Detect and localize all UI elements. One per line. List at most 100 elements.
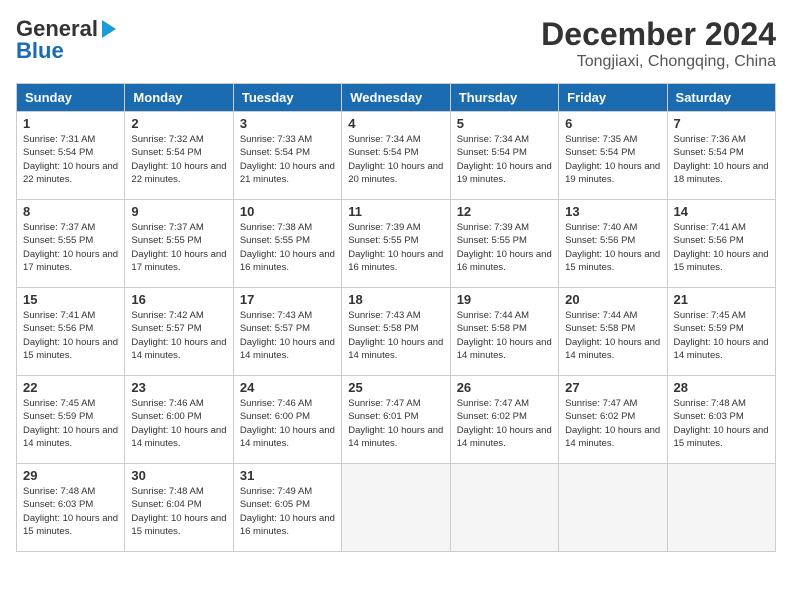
calendar-cell: [450, 464, 558, 552]
calendar-cell: 4Sunrise: 7:34 AMSunset: 5:54 PMDaylight…: [342, 112, 450, 200]
calendar-cell: 13Sunrise: 7:40 AMSunset: 5:56 PMDayligh…: [559, 200, 667, 288]
col-monday: Monday: [125, 84, 233, 112]
calendar-cell: [342, 464, 450, 552]
day-info: Sunrise: 7:38 AMSunset: 5:55 PMDaylight:…: [240, 221, 335, 274]
day-info: Sunrise: 7:32 AMSunset: 5:54 PMDaylight:…: [131, 133, 226, 186]
calendar-cell: [667, 464, 775, 552]
day-info: Sunrise: 7:42 AMSunset: 5:57 PMDaylight:…: [131, 309, 226, 362]
location-text: Tongjiaxi, Chongqing, China: [541, 53, 776, 71]
day-info: Sunrise: 7:37 AMSunset: 5:55 PMDaylight:…: [131, 221, 226, 274]
calendar-cell: 29 Sunrise: 7:48 AMSunset: 6:03 PMDayligh…: [17, 464, 125, 552]
day-number: 23: [131, 380, 226, 395]
col-tuesday: Tuesday: [233, 84, 341, 112]
day-info: Sunrise: 7:39 AMSunset: 5:55 PMDaylight:…: [457, 221, 552, 274]
day-number: 20: [565, 292, 660, 307]
calendar-week-row: 1 Sunrise: 7:31 AMSunset: 5:54 PMDaylight…: [17, 112, 776, 200]
calendar-cell: 8 Sunrise: 7:37 AMSunset: 5:55 PMDaylight…: [17, 200, 125, 288]
calendar-cell: 24 Sunrise: 7:46 AMSunset: 6:00 PMDayligh…: [233, 376, 341, 464]
day-number: 30: [131, 468, 226, 483]
day-info: Sunrise: 7:46 AMSunset: 6:00 PMDaylight:…: [240, 397, 335, 450]
calendar-cell: 28 Sunrise: 7:48 AMSunset: 6:03 PMDayligh…: [667, 376, 775, 464]
day-info: Sunrise: 7:48 AMSunset: 6:03 PMDaylight:…: [674, 397, 769, 450]
day-number: 4: [348, 116, 443, 131]
logo-chevron-icon: [102, 20, 116, 38]
day-number: 16: [131, 292, 226, 307]
day-info: Sunrise: 7:45 AMSunset: 5:59 PMDaylight:…: [23, 397, 118, 450]
day-info: Sunrise: 7:41 AMSunset: 5:56 PMDaylight:…: [674, 221, 769, 274]
calendar-cell: 30Sunrise: 7:48 AMSunset: 6:04 PMDayligh…: [125, 464, 233, 552]
calendar-cell: 11 Sunrise: 7:39 AMSunset: 5:55 PMDayligh…: [342, 200, 450, 288]
day-number: 1: [23, 116, 118, 131]
logo-text-blue: Blue: [16, 38, 116, 64]
day-number: 6: [565, 116, 660, 131]
title-section: December 2024 Tongjiaxi, Chongqing, Chin…: [541, 16, 776, 71]
day-number: 9: [131, 204, 226, 219]
calendar-cell: 27Sunrise: 7:47 AMSunset: 6:02 PMDayligh…: [559, 376, 667, 464]
day-info: Sunrise: 7:45 AMSunset: 5:59 PMDaylight:…: [674, 309, 769, 362]
day-number: 11: [348, 204, 443, 219]
day-number: 25: [348, 380, 443, 395]
col-thursday: Thursday: [450, 84, 558, 112]
calendar-cell: 31 Sunrise: 7:49 AMSunset: 6:05 PMDayligh…: [233, 464, 341, 552]
day-info: Sunrise: 7:44 AMSunset: 5:58 PMDaylight:…: [565, 309, 660, 362]
day-info: Sunrise: 7:31 AMSunset: 5:54 PMDaylight:…: [23, 133, 118, 186]
day-info: Sunrise: 7:46 AMSunset: 6:00 PMDaylight:…: [131, 397, 226, 450]
calendar-header-row: Sunday Monday Tuesday Wednesday Thursday…: [17, 84, 776, 112]
col-friday: Friday: [559, 84, 667, 112]
calendar-cell: 19 Sunrise: 7:44 AMSunset: 5:58 PMDayligh…: [450, 288, 558, 376]
day-number: 27: [565, 380, 660, 395]
calendar-cell: 16 Sunrise: 7:42 AMSunset: 5:57 PMDayligh…: [125, 288, 233, 376]
day-info: Sunrise: 7:37 AMSunset: 5:55 PMDaylight:…: [23, 221, 118, 274]
day-info: Sunrise: 7:41 AMSunset: 5:56 PMDaylight:…: [23, 309, 118, 362]
calendar-cell: 5Sunrise: 7:34 AMSunset: 5:54 PMDaylight…: [450, 112, 558, 200]
day-info: Sunrise: 7:49 AMSunset: 6:05 PMDaylight:…: [240, 485, 335, 538]
day-number: 12: [457, 204, 552, 219]
day-info: Sunrise: 7:43 AMSunset: 5:57 PMDaylight:…: [240, 309, 335, 362]
calendar-cell: 1 Sunrise: 7:31 AMSunset: 5:54 PMDaylight…: [17, 112, 125, 200]
day-info: Sunrise: 7:47 AMSunset: 6:02 PMDaylight:…: [457, 397, 552, 450]
calendar-cell: 22Sunrise: 7:45 AMSunset: 5:59 PMDayligh…: [17, 376, 125, 464]
col-sunday: Sunday: [17, 84, 125, 112]
day-info: Sunrise: 7:47 AMSunset: 6:01 PMDaylight:…: [348, 397, 443, 450]
day-number: 24: [240, 380, 335, 395]
calendar-cell: 3 Sunrise: 7:33 AMSunset: 5:54 PMDaylight…: [233, 112, 341, 200]
calendar-cell: 15 Sunrise: 7:41 AMSunset: 5:56 PMDayligh…: [17, 288, 125, 376]
calendar-cell: 14 Sunrise: 7:41 AMSunset: 5:56 PMDayligh…: [667, 200, 775, 288]
day-number: 8: [23, 204, 118, 219]
day-number: 14: [674, 204, 769, 219]
day-info: Sunrise: 7:33 AMSunset: 5:54 PMDaylight:…: [240, 133, 335, 186]
day-number: 18: [348, 292, 443, 307]
page-header: General Blue December 2024 Tongjiaxi, Ch…: [16, 16, 776, 71]
calendar-week-row: 29 Sunrise: 7:48 AMSunset: 6:03 PMDayligh…: [17, 464, 776, 552]
calendar-cell: 20 Sunrise: 7:44 AMSunset: 5:58 PMDayligh…: [559, 288, 667, 376]
day-number: 19: [457, 292, 552, 307]
calendar-cell: 25 Sunrise: 7:47 AMSunset: 6:01 PMDayligh…: [342, 376, 450, 464]
month-title: December 2024: [541, 16, 776, 53]
day-number: 15: [23, 292, 118, 307]
calendar-cell: 23 Sunrise: 7:46 AMSunset: 6:00 PMDayligh…: [125, 376, 233, 464]
logo: General Blue: [16, 16, 116, 64]
day-number: 5: [457, 116, 552, 131]
calendar-cell: 2Sunrise: 7:32 AMSunset: 5:54 PMDaylight…: [125, 112, 233, 200]
col-saturday: Saturday: [667, 84, 775, 112]
calendar-cell: 17 Sunrise: 7:43 AMSunset: 5:57 PMDayligh…: [233, 288, 341, 376]
day-info: Sunrise: 7:39 AMSunset: 5:55 PMDaylight:…: [348, 221, 443, 274]
calendar-cell: 7Sunrise: 7:36 AMSunset: 5:54 PMDaylight…: [667, 112, 775, 200]
day-number: 31: [240, 468, 335, 483]
day-number: 17: [240, 292, 335, 307]
calendar-cell: 6Sunrise: 7:35 AMSunset: 5:54 PMDaylight…: [559, 112, 667, 200]
calendar-week-row: 15 Sunrise: 7:41 AMSunset: 5:56 PMDayligh…: [17, 288, 776, 376]
day-number: 21: [674, 292, 769, 307]
day-info: Sunrise: 7:48 AMSunset: 6:03 PMDaylight:…: [23, 485, 118, 538]
calendar-cell: 21 Sunrise: 7:45 AMSunset: 5:59 PMDayligh…: [667, 288, 775, 376]
day-number: 28: [674, 380, 769, 395]
day-info: Sunrise: 7:43 AMSunset: 5:58 PMDaylight:…: [348, 309, 443, 362]
day-number: 26: [457, 380, 552, 395]
day-info: Sunrise: 7:36 AMSunset: 5:54 PMDaylight:…: [674, 133, 769, 186]
day-number: 3: [240, 116, 335, 131]
day-number: 29: [23, 468, 118, 483]
calendar-cell: 9 Sunrise: 7:37 AMSunset: 5:55 PMDaylight…: [125, 200, 233, 288]
col-wednesday: Wednesday: [342, 84, 450, 112]
calendar-week-row: 22Sunrise: 7:45 AMSunset: 5:59 PMDayligh…: [17, 376, 776, 464]
day-info: Sunrise: 7:44 AMSunset: 5:58 PMDaylight:…: [457, 309, 552, 362]
